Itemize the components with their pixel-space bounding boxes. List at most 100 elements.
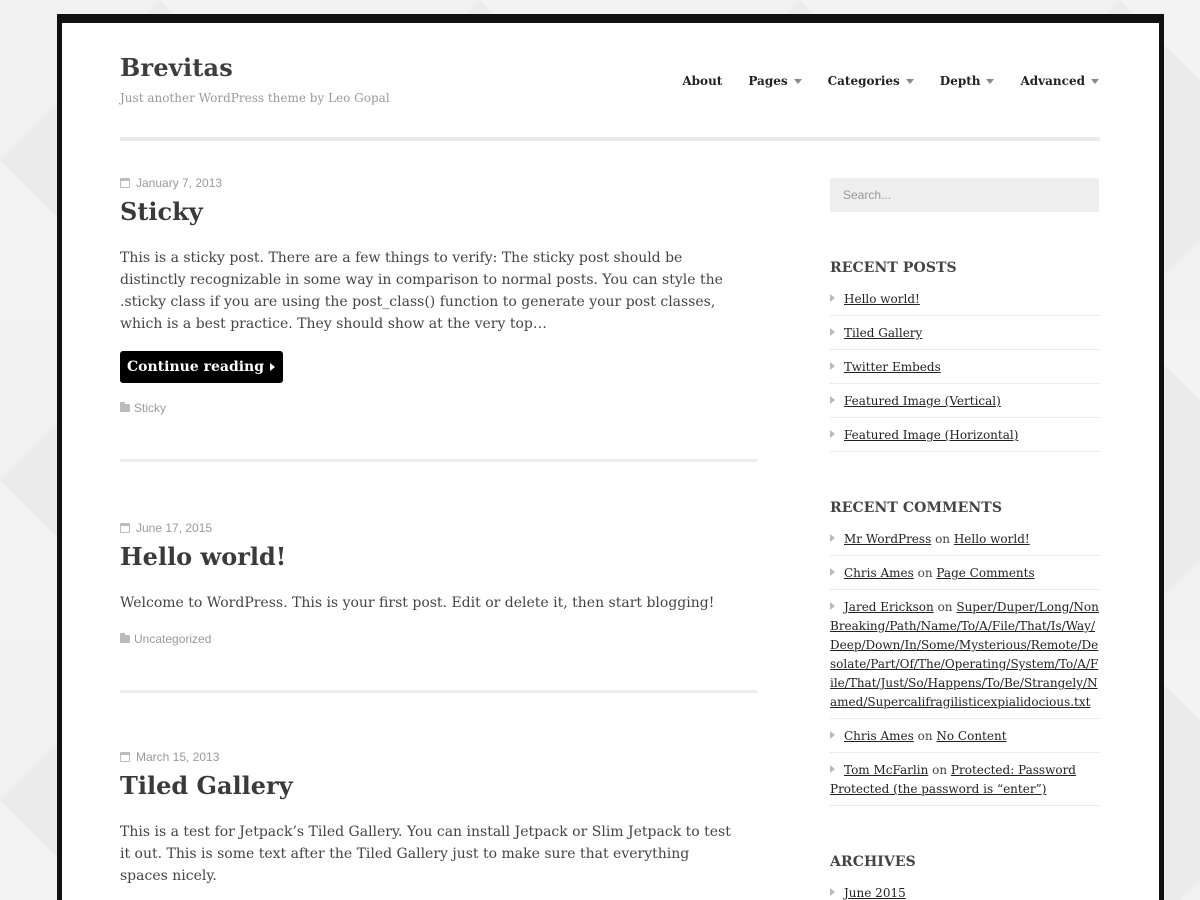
bullet-icon bbox=[830, 602, 835, 610]
bullet-icon bbox=[830, 294, 835, 302]
post-excerpt: Welcome to WordPress. This is your first… bbox=[120, 595, 715, 611]
nav-item-pages[interactable]: Pages bbox=[748, 74, 802, 88]
post-category[interactable]: Uncategorized bbox=[120, 632, 757, 646]
list-item: Tom McFarlin on Protected: Password Prot… bbox=[830, 753, 1100, 806]
bullet-icon bbox=[830, 568, 835, 576]
post-title[interactable]: Hello world! bbox=[120, 542, 757, 572]
recent-comments-widget: RECENT COMMENTS Mr WordPress on Hello wo… bbox=[830, 500, 1100, 806]
recent-post-link[interactable]: Twitter Embeds bbox=[844, 360, 941, 374]
folder-icon bbox=[120, 633, 130, 643]
comment-post-link[interactable]: No Content bbox=[936, 729, 1006, 743]
post-title[interactable]: Sticky bbox=[120, 197, 757, 227]
post-date[interactable]: June 17, 2015 bbox=[120, 520, 757, 536]
comment-author-link[interactable]: Chris Ames bbox=[844, 729, 914, 743]
comment-connector: on bbox=[917, 729, 933, 743]
recent-post-link[interactable]: Featured Image (Vertical) bbox=[844, 394, 1001, 408]
page-frame: Brevitas Just another WordPress theme by… bbox=[57, 14, 1164, 900]
chevron-down-icon bbox=[905, 78, 914, 84]
bullet-icon bbox=[830, 328, 835, 336]
archives-list: June 2015 bbox=[830, 876, 1100, 900]
header-divider bbox=[120, 137, 1100, 141]
post-sticky: January 7, 2013 Sticky This is a sticky … bbox=[120, 175, 757, 462]
sidebar: Search... RECENT POSTS Hello world! Tile… bbox=[830, 178, 1100, 900]
list-item: Mr WordPress on Hello world! bbox=[830, 522, 1100, 556]
post-date-text: June 17, 2015 bbox=[136, 521, 213, 535]
comment-post-link[interactable]: Hello world! bbox=[954, 532, 1030, 546]
bullet-icon bbox=[830, 765, 835, 773]
button-label: Continue reading bbox=[127, 359, 265, 375]
nav-item-advanced[interactable]: Advanced bbox=[1020, 74, 1099, 88]
list-item: Featured Image (Horizontal) bbox=[830, 418, 1100, 452]
post-date[interactable]: March 15, 2013 bbox=[120, 749, 757, 765]
post-hello-world: June 17, 2015 Hello world! Welcome to Wo… bbox=[120, 520, 757, 693]
post-title[interactable]: Tiled Gallery bbox=[120, 771, 757, 801]
comment-connector: on bbox=[937, 600, 953, 614]
bullet-icon bbox=[830, 888, 835, 896]
comment-post-link[interactable]: Page Comments bbox=[936, 566, 1034, 580]
bullet-icon bbox=[830, 396, 835, 404]
folder-icon bbox=[120, 402, 130, 412]
nav-label: Depth bbox=[939, 74, 981, 88]
comment-author-link[interactable]: Mr WordPress bbox=[844, 532, 931, 546]
widget-title: RECENT COMMENTS bbox=[830, 500, 1003, 516]
bullet-icon bbox=[830, 731, 835, 739]
comment-connector: on bbox=[917, 566, 933, 580]
recent-post-link[interactable]: Featured Image (Horizontal) bbox=[844, 428, 1018, 442]
calendar-icon bbox=[120, 523, 130, 533]
chevron-down-icon bbox=[793, 78, 802, 84]
continue-reading-button[interactable]: Continue reading bbox=[120, 351, 284, 383]
comment-author-link[interactable]: Chris Ames bbox=[844, 566, 914, 580]
bullet-icon bbox=[830, 534, 835, 542]
post-tiled-gallery: March 15, 2013 Tiled Gallery This is a t… bbox=[120, 749, 757, 887]
nav-item-depth[interactable]: Depth bbox=[940, 74, 995, 88]
post-excerpt: This is a test for Jetpack’s Tiled Galle… bbox=[120, 824, 731, 884]
recent-comments-list: Mr WordPress on Hello world! Chris Ames … bbox=[830, 522, 1100, 806]
comment-post-link[interactable]: Super/Duper/Long/NonBreaking/Path/Name/T… bbox=[830, 600, 1099, 709]
list-item: Chris Ames on No Content bbox=[830, 719, 1100, 753]
list-item: Chris Ames on Page Comments bbox=[830, 556, 1100, 590]
list-item: Tiled Gallery bbox=[830, 316, 1100, 350]
recent-posts-widget: RECENT POSTS Hello world! Tiled Gallery … bbox=[830, 260, 1100, 452]
bullet-icon bbox=[830, 430, 835, 438]
site-title[interactable]: Brevitas bbox=[120, 53, 233, 82]
post-date[interactable]: January 7, 2013 bbox=[120, 175, 757, 191]
list-item: Twitter Embeds bbox=[830, 350, 1100, 384]
post-list: January 7, 2013 Sticky This is a sticky … bbox=[120, 175, 757, 887]
search-input[interactable]: Search... bbox=[830, 178, 1099, 212]
nav-label: Categories bbox=[827, 74, 900, 88]
widget-title: ARCHIVES bbox=[830, 854, 916, 870]
page: Brevitas Just another WordPress theme by… bbox=[62, 23, 1159, 900]
recent-post-link[interactable]: Tiled Gallery bbox=[844, 326, 922, 340]
nav-item-categories[interactable]: Categories bbox=[828, 74, 914, 88]
archive-link[interactable]: June 2015 bbox=[844, 886, 906, 900]
post-category-text: Uncategorized bbox=[134, 632, 212, 646]
list-item: Hello world! bbox=[830, 282, 1100, 316]
comment-connector: on bbox=[932, 763, 948, 777]
caret-right-icon bbox=[270, 363, 276, 371]
nav-label: Advanced bbox=[1020, 74, 1085, 88]
post-category-text: Sticky bbox=[134, 401, 167, 415]
nav-label: Pages bbox=[748, 74, 788, 88]
archives-widget: ARCHIVES June 2015 bbox=[830, 854, 1100, 900]
post-category[interactable]: Sticky bbox=[120, 401, 757, 415]
widget-title: RECENT POSTS bbox=[830, 260, 957, 276]
main-nav: About Pages Categories Depth Advanced bbox=[682, 74, 1099, 88]
recent-posts-list: Hello world! Tiled Gallery Twitter Embed… bbox=[830, 282, 1100, 452]
comment-author-link[interactable]: Jared Erickson bbox=[844, 600, 934, 614]
recent-post-link[interactable]: Hello world! bbox=[844, 292, 920, 306]
post-date-text: January 7, 2013 bbox=[136, 176, 223, 190]
calendar-icon bbox=[120, 752, 130, 762]
calendar-icon bbox=[120, 178, 130, 188]
post-divider bbox=[120, 690, 757, 693]
list-item: Jared Erickson on Super/Duper/Long/NonBr… bbox=[830, 590, 1100, 719]
post-excerpt: This is a sticky post. There are a few t… bbox=[120, 250, 723, 332]
comment-connector: on bbox=[935, 532, 951, 546]
comment-author-link[interactable]: Tom McFarlin bbox=[844, 763, 928, 777]
site-description: Just another WordPress theme by Leo Gopa… bbox=[120, 91, 390, 105]
nav-item-about[interactable]: About bbox=[682, 74, 722, 88]
chevron-down-icon bbox=[1091, 78, 1099, 84]
post-date-text: March 15, 2013 bbox=[136, 750, 220, 764]
nav-label: About bbox=[682, 74, 723, 88]
chevron-down-icon bbox=[986, 78, 995, 84]
post-divider bbox=[120, 459, 757, 462]
